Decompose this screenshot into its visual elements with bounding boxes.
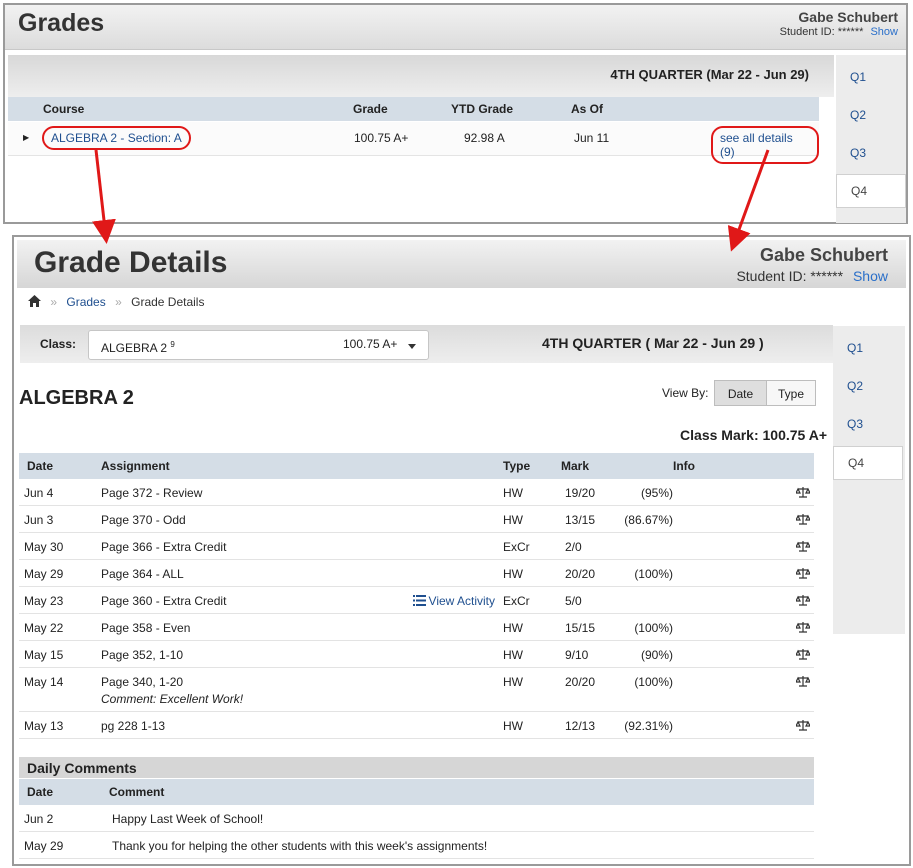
- arrow-to-student-icon: [727, 149, 770, 252]
- annotation-arrows: [92, 149, 770, 252]
- arrow-to-details-icon: [92, 149, 116, 244]
